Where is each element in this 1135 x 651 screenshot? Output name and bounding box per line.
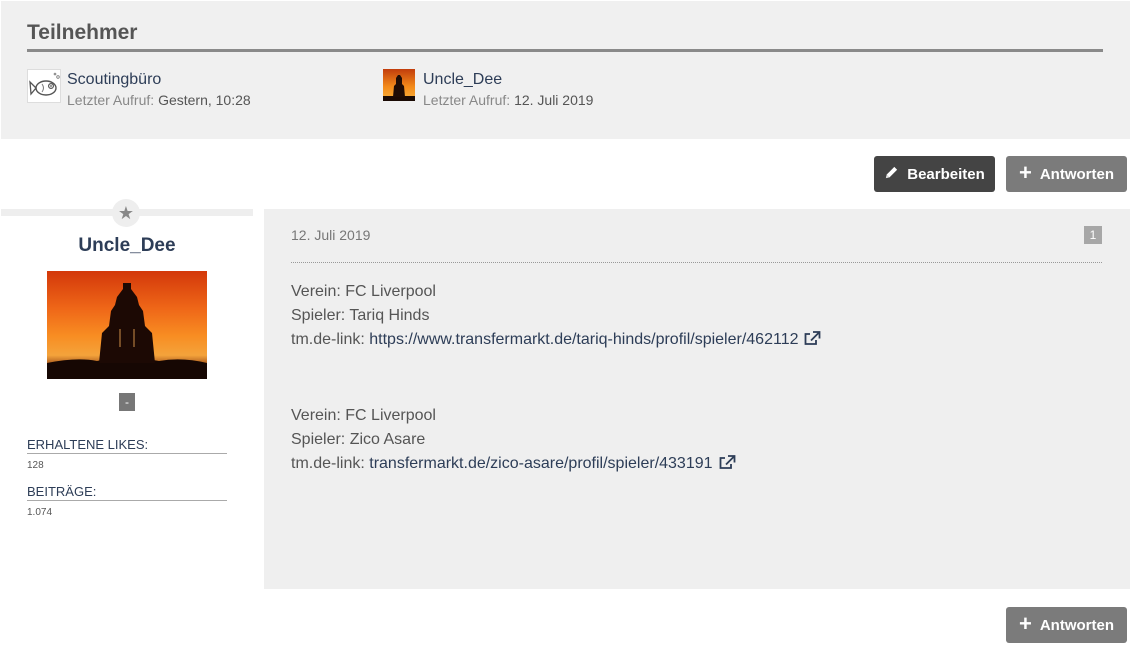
participant-name[interactable]: Uncle_Dee [423, 71, 502, 89]
external-link-icon[interactable] [719, 455, 736, 475]
post-line: Spieler: Tariq Hinds [291, 307, 429, 325]
reply-button-label: Antworten [1039, 616, 1115, 634]
fish-avatar-icon[interactable] [27, 69, 61, 103]
line-label: tm.de-link: [291, 455, 365, 472]
transfermarkt-link[interactable]: transfermarkt.de/zico-asare/profil/spiel… [369, 455, 712, 472]
post-line: Verein: FC Liverpool [291, 283, 436, 301]
post-content: 12. Juli 2019 1 Verein: FC Liverpool Spi… [264, 209, 1130, 589]
post-date[interactable]: 12. Juli 2019 [291, 227, 370, 243]
participants-panel: Teilnehmer Scoutingbüro Letzter Aufruf: … [1, 1, 1130, 139]
line-label: Verein: [291, 283, 341, 300]
author-avatar[interactable] [47, 271, 207, 379]
external-link-icon[interactable] [804, 331, 821, 351]
reply-button-top[interactable]: + Antworten [1006, 156, 1127, 192]
line-label: Spieler: [291, 307, 346, 324]
pencil-icon [884, 165, 899, 184]
post-line: Spieler: Zico Asare [291, 431, 425, 449]
star-icon: ★ [112, 199, 140, 227]
edit-button[interactable]: Bearbeiten [874, 156, 995, 192]
post-line: tm.de-link: https://www.transfermarkt.de… [291, 331, 821, 351]
rank-badge: - [119, 393, 135, 411]
participants-title: Teilnehmer [27, 21, 138, 44]
post-line: Verein: FC Liverpool [291, 407, 436, 425]
likes-value: 128 [27, 460, 44, 471]
last-seen-label: Letzter Aufruf: [423, 92, 511, 108]
line-label: tm.de-link: [291, 331, 365, 348]
participant-last-seen: Letzter Aufruf: 12. Juli 2019 [423, 92, 593, 108]
posts-value: 1.074 [27, 507, 53, 518]
last-seen-label: Letzter Aufruf: [67, 92, 155, 108]
post-author-sidebar: ★ Uncle_Dee - ERHALTENE LIKES: 128 BEITR… [1, 199, 253, 589]
reply-button-label: Antworten [1039, 165, 1115, 183]
line-label: Spieler: [291, 431, 346, 448]
title-divider [27, 49, 1103, 52]
participant-last-seen: Letzter Aufruf: Gestern, 10:28 [67, 92, 251, 108]
line-label: Verein: [291, 407, 341, 424]
line-value: FC Liverpool [345, 407, 436, 424]
line-value: Zico Asare [349, 431, 426, 448]
post-divider [291, 262, 1102, 263]
participant-name[interactable]: Scoutingbüro [67, 71, 161, 89]
line-value: FC Liverpool [345, 283, 436, 300]
edit-button-label: Bearbeiten [907, 165, 985, 183]
last-seen-value: 12. Juli 2019 [514, 92, 594, 108]
post-line: tm.de-link: transfermarkt.de/zico-asare/… [291, 455, 736, 475]
reply-button-bottom[interactable]: + Antworten [1006, 607, 1127, 643]
post-number-badge[interactable]: 1 [1084, 226, 1102, 244]
plus-icon: + [1018, 160, 1032, 185]
last-seen-value: Gestern, 10:28 [158, 92, 251, 108]
author-name[interactable]: Uncle_Dee [1, 235, 253, 257]
line-value: Tariq Hinds [349, 307, 430, 324]
posts-label: BEITRÄGE: [27, 484, 227, 501]
monument-avatar-icon[interactable] [383, 69, 415, 101]
likes-label: ERHALTENE LIKES: [27, 437, 227, 454]
transfermarkt-link[interactable]: https://www.transfermarkt.de/tariq-hinds… [369, 331, 798, 348]
plus-icon: + [1018, 611, 1032, 636]
